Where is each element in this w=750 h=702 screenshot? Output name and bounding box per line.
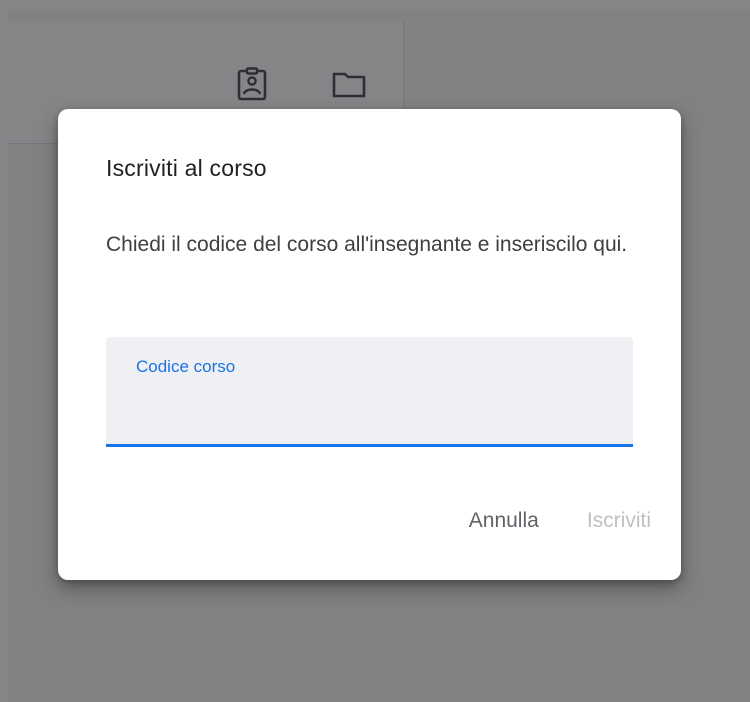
join-class-dialog: Iscriviti al corso Chiedi il codice del …: [58, 109, 681, 580]
class-code-input[interactable]: [134, 389, 608, 431]
class-code-label: Codice corso: [136, 357, 236, 376]
join-button[interactable]: Iscriviti: [587, 509, 651, 533]
cancel-button[interactable]: Annulla: [469, 509, 539, 533]
dialog-actions: Annulla Iscriviti: [469, 509, 651, 533]
dialog-title: Iscriviti al corso: [106, 155, 267, 181]
dialog-description: Chiedi il codice del corso all'insegnant…: [106, 233, 628, 256]
class-code-field[interactable]: Codice corso: [106, 337, 633, 447]
